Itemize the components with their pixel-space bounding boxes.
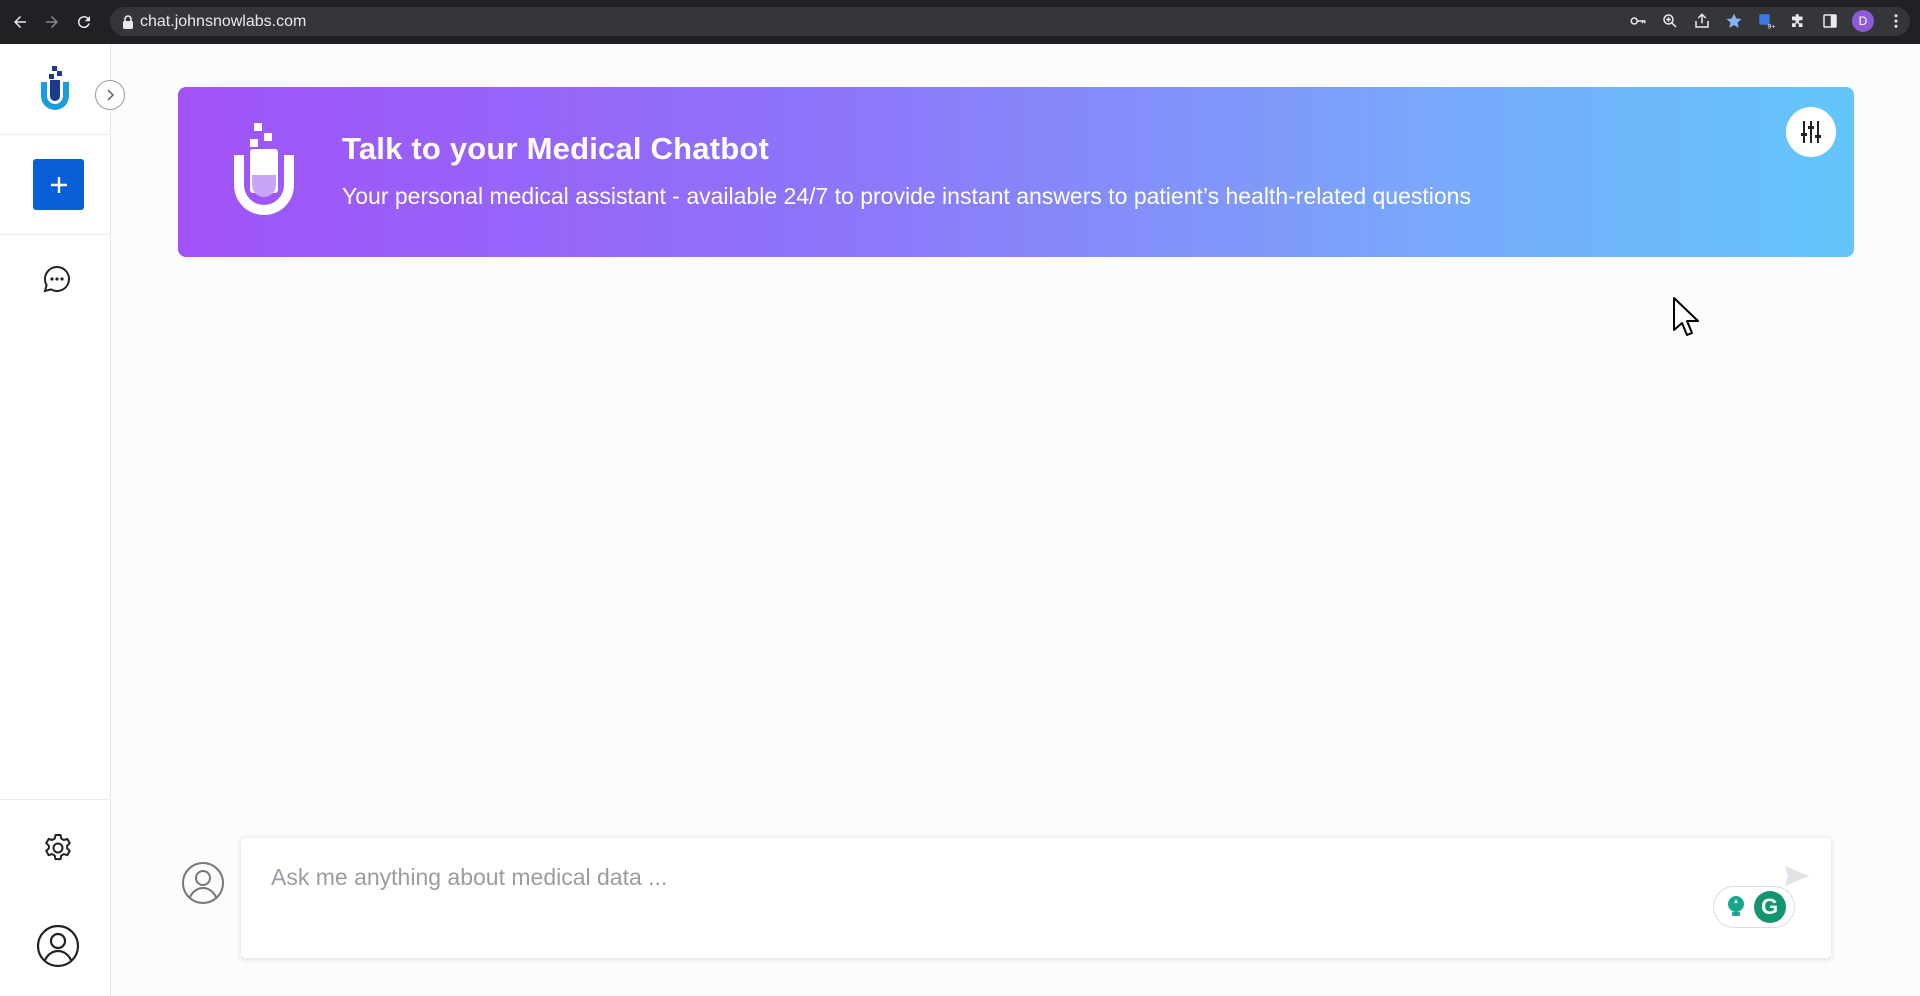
extensions-puzzle-button[interactable] xyxy=(1788,11,1808,31)
send-icon[interactable] xyxy=(1783,864,1811,888)
chat-input-box: G xyxy=(241,838,1831,958)
expand-sidebar-button[interactable] xyxy=(95,80,125,110)
chat-bubble-icon[interactable] xyxy=(42,264,72,294)
lock-icon xyxy=(123,14,133,29)
zoom-icon xyxy=(1663,14,1677,28)
lightbulb-icon[interactable] xyxy=(1722,894,1749,920)
mouse-cursor-icon xyxy=(1673,297,1699,336)
url-text: chat.johnsnowlabs.com xyxy=(140,12,307,30)
password-key-button[interactable] xyxy=(1628,11,1648,31)
browser-toolbar: chat.johnsnowlabs.com 9+ D xyxy=(0,0,1920,44)
share-button[interactable] xyxy=(1692,11,1712,31)
user-avatar-icon xyxy=(182,862,224,904)
svg-text:9+: 9+ xyxy=(1768,24,1776,31)
new-chat-button[interactable] xyxy=(33,159,84,210)
extension-button[interactable]: 9+ xyxy=(1756,11,1776,31)
key-icon xyxy=(1630,17,1646,25)
sidebar-divider xyxy=(0,134,111,135)
back-button[interactable] xyxy=(8,10,32,34)
extension-badge-icon: 9+ xyxy=(1759,14,1776,31)
arrow-left-icon xyxy=(14,16,26,28)
chevron-right-icon xyxy=(107,89,115,101)
grammarly-widget[interactable]: G xyxy=(1713,886,1795,928)
sidebar xyxy=(0,44,125,996)
sliders-icon xyxy=(1801,121,1821,143)
kebab-menu-icon xyxy=(1894,14,1898,28)
zoom-button[interactable] xyxy=(1660,11,1680,31)
sidebar-divider xyxy=(0,799,111,800)
plus-icon xyxy=(50,176,67,193)
side-panel-icon xyxy=(1823,14,1837,28)
banner-subtitle: Your personal medical assistant - availa… xyxy=(342,183,1471,209)
welcome-banner: Talk to your Medical Chatbot Your person… xyxy=(178,87,1854,257)
chrome-menu-button[interactable] xyxy=(1886,11,1906,31)
banner-title: Talk to your Medical Chatbot xyxy=(342,131,770,166)
share-icon xyxy=(1695,13,1709,28)
grammarly-logo[interactable]: G xyxy=(1753,891,1786,923)
puzzle-icon xyxy=(1792,14,1803,27)
profile-avatar[interactable]: D xyxy=(1852,10,1874,32)
chatbot-logo-icon xyxy=(234,123,294,215)
logo-icon[interactable] xyxy=(38,66,72,112)
forward-button[interactable] xyxy=(40,10,64,34)
bookmark-star-button[interactable] xyxy=(1724,11,1744,31)
user-icon[interactable] xyxy=(36,924,80,968)
settings-sliders-button[interactable] xyxy=(1786,107,1836,157)
sidebar-divider xyxy=(0,234,111,235)
star-icon xyxy=(1726,13,1742,28)
chat-input[interactable] xyxy=(271,864,1671,924)
reload-button[interactable] xyxy=(72,10,96,34)
arrow-right-icon xyxy=(46,16,58,28)
side-panel-button[interactable] xyxy=(1820,11,1840,31)
gear-icon[interactable] xyxy=(42,832,74,864)
reload-icon xyxy=(77,16,90,29)
